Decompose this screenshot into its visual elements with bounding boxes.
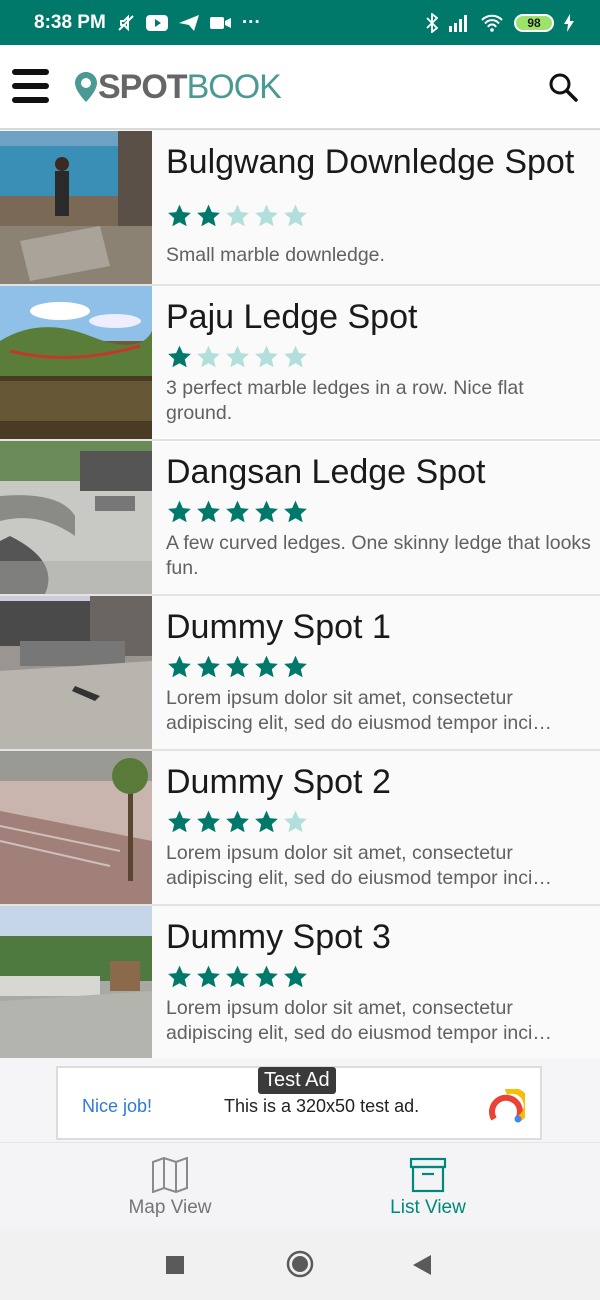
admob-logo-icon (489, 1089, 525, 1123)
star-empty-icon (255, 345, 278, 368)
spot-title: Dummy Spot 1 (166, 608, 391, 646)
logo-book-text: BOOK (186, 67, 282, 106)
status-bar: 8:38 PM ··· 98 (0, 0, 600, 45)
mute-icon (118, 14, 134, 31)
more-icon: ··· (241, 11, 261, 33)
star-filled-icon (168, 810, 191, 833)
star-filled-icon (197, 204, 220, 227)
star-empty-icon (226, 345, 249, 368)
star-filled-icon (168, 655, 191, 678)
spot-title: Dangsan Ledge Spot (166, 453, 486, 491)
star-empty-icon (226, 204, 249, 227)
spot-description: Lorem ipsum dolor sit amet, consectetur … (166, 997, 552, 1044)
spot-title: Bulgwang Downledge Spot (166, 143, 575, 181)
spot-title: Dummy Spot 2 (166, 763, 391, 801)
spot-description: Lorem ipsum dolor sit amet, consectetur … (166, 687, 552, 734)
spot-list-item[interactable]: Bulgwang Downledge Spot Small marble dow… (0, 131, 600, 286)
star-rating (166, 809, 309, 835)
star-filled-icon (168, 965, 191, 988)
star-filled-icon (226, 810, 249, 833)
spot-description: A few curved ledges. One skinny ledge th… (166, 532, 591, 579)
star-filled-icon (255, 500, 278, 523)
system-navigation-bar (0, 1228, 600, 1300)
spot-thumbnail (0, 906, 152, 1059)
spot-thumbnail (0, 596, 152, 749)
star-filled-icon (197, 810, 220, 833)
star-rating (166, 344, 309, 370)
status-left: 8:38 PM ··· (34, 0, 261, 45)
ad-nice-text: Nice job! (82, 1096, 153, 1116)
star-filled-icon (168, 345, 191, 368)
star-empty-icon (284, 810, 307, 833)
signal-icon (449, 14, 467, 32)
star-filled-icon (197, 500, 220, 523)
star-filled-icon (226, 500, 249, 523)
tab-map-view-label: Map View (128, 1197, 212, 1218)
star-filled-icon (168, 500, 191, 523)
spot-title: Paju Ledge Spot (166, 298, 418, 336)
map-icon (152, 1157, 188, 1193)
star-empty-icon (284, 345, 307, 368)
logo-spot-text: SPOT (98, 67, 188, 106)
spot-description: Small marble downledge. (166, 244, 385, 266)
app-bar: SPOT BOOK (0, 45, 600, 130)
status-right: 98 (426, 0, 574, 45)
spot-description: Lorem ipsum dolor sit amet, consectetur … (166, 842, 552, 889)
battery-indicator: 98 (514, 13, 554, 32)
spot-thumbnail (0, 131, 152, 284)
star-filled-icon (168, 204, 191, 227)
spot-thumbnail (0, 751, 152, 904)
spotbook-logo: SPOT BOOK (74, 67, 282, 107)
star-filled-icon (284, 655, 307, 678)
spot-description: 3 perfect marble ledges in a row. Nice f… (166, 377, 524, 424)
star-filled-icon (255, 810, 278, 833)
spot-title: Dummy Spot 3 (166, 918, 391, 956)
spot-thumbnail (0, 286, 152, 439)
archive-box-icon (409, 1157, 447, 1193)
test-ad-label: Test Ad (258, 1067, 336, 1094)
hamburger-icon[interactable] (12, 68, 49, 105)
star-filled-icon (255, 965, 278, 988)
ad-description: This is a 320x50 test ad. (224, 1096, 420, 1116)
star-filled-icon (226, 655, 249, 678)
search-icon[interactable] (548, 72, 578, 102)
star-filled-icon (226, 965, 249, 988)
tab-list-view[interactable]: List View (278, 1143, 578, 1229)
star-filled-icon (284, 965, 307, 988)
star-filled-icon (197, 965, 220, 988)
send-icon (178, 14, 199, 31)
star-empty-icon (284, 204, 307, 227)
charging-icon (564, 13, 574, 32)
status-time: 8:38 PM (34, 11, 106, 33)
spot-list-item[interactable]: Dummy Spot 2 Lorem ipsum dolor sit amet,… (0, 751, 600, 906)
star-empty-icon (197, 345, 220, 368)
spot-list-item[interactable]: Dummy Spot 1 Lorem ipsum dolor sit amet,… (0, 596, 600, 751)
spot-list-item[interactable]: Paju Ledge Spot 3 perfect marble ledges … (0, 286, 600, 441)
bluetooth-icon (426, 12, 438, 33)
wifi-icon (481, 14, 503, 32)
star-rating (166, 654, 309, 680)
star-rating (166, 499, 309, 525)
back-icon[interactable] (412, 1254, 432, 1276)
star-rating (166, 203, 309, 229)
bottom-navigation: Map View List View (0, 1142, 600, 1229)
spot-list-item[interactable]: Dummy Spot 3 Lorem ipsum dolor sit amet,… (0, 906, 600, 1061)
star-filled-icon (255, 655, 278, 678)
youtube-icon (145, 14, 168, 31)
spot-thumbnail (0, 441, 152, 594)
recents-icon[interactable] (166, 1256, 184, 1274)
tab-list-view-label: List View (390, 1197, 466, 1218)
tab-map-view[interactable]: Map View (20, 1143, 320, 1229)
star-rating (166, 964, 309, 990)
video-icon (209, 16, 231, 29)
star-filled-icon (284, 500, 307, 523)
spot-list: Bulgwang Downledge Spot Small marble dow… (0, 131, 600, 1061)
star-empty-icon (255, 204, 278, 227)
location-pin-icon (75, 72, 97, 102)
spot-list-item[interactable]: Dangsan Ledge Spot A few curved ledges. … (0, 441, 600, 596)
home-icon[interactable] (286, 1250, 314, 1278)
star-filled-icon (197, 655, 220, 678)
